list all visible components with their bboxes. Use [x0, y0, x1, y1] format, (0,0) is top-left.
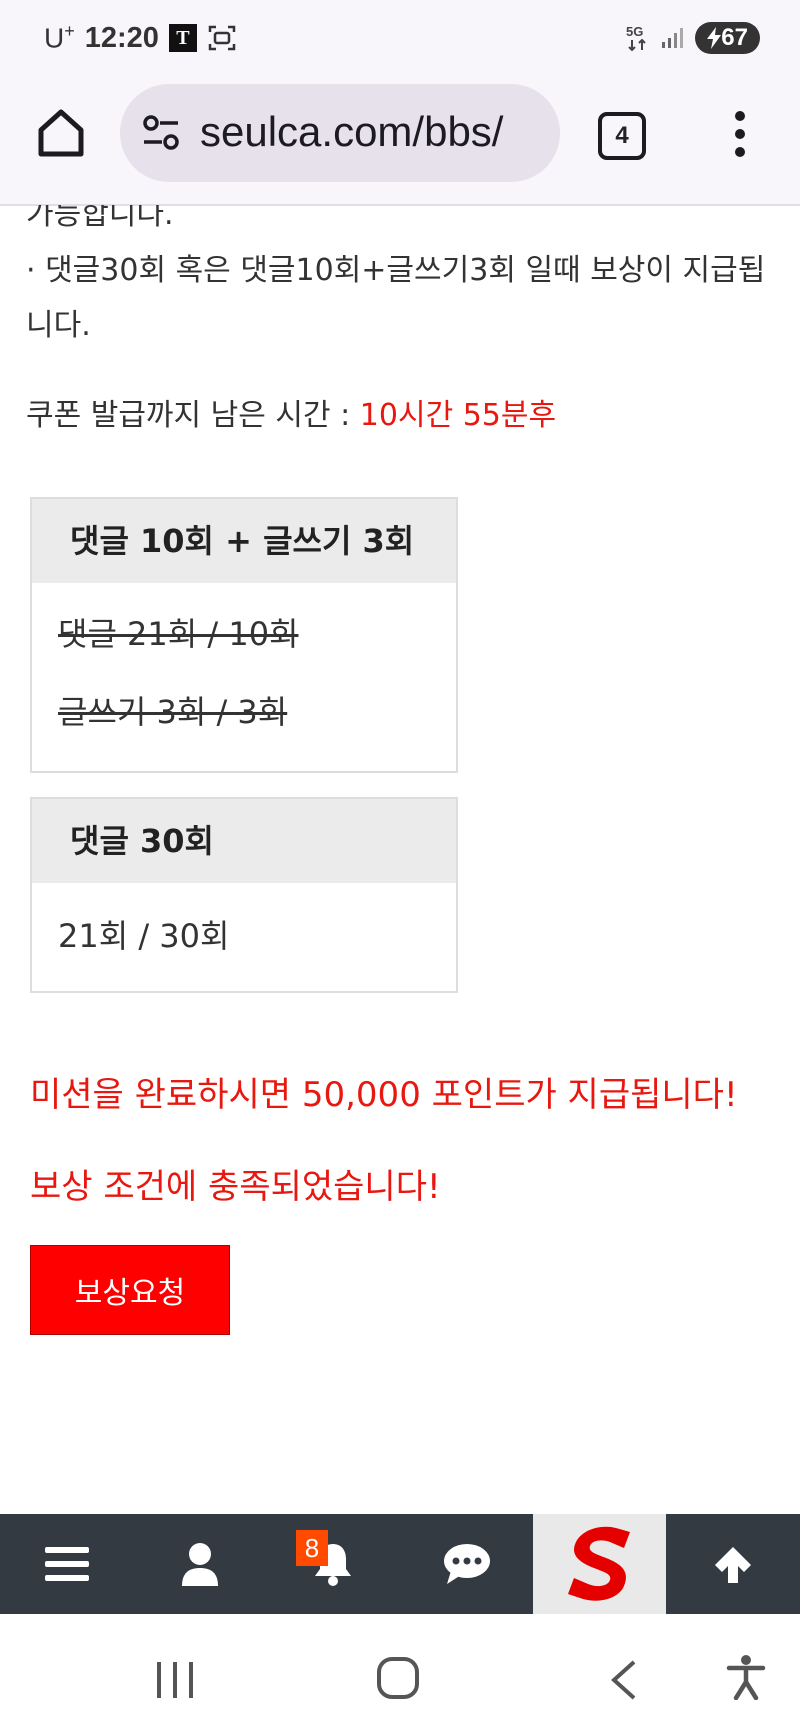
arrow-up-icon — [715, 1547, 751, 1583]
back-icon[interactable] — [606, 1658, 640, 1702]
timer-value: 10시간 55분후 — [359, 398, 557, 433]
mission-title: 댓글 30회 — [32, 799, 456, 883]
mission-progress-posts: 글쓰기 3회 / 3회 — [58, 693, 288, 731]
site-settings-icon[interactable] — [140, 112, 182, 154]
mission-box-comment-write: 댓글 10회 + 글쓰기 3회 댓글 21회 / 10회 글쓰기 3회 / 3회 — [30, 497, 458, 773]
carrier-label: U+ — [44, 21, 75, 54]
browser-toolbar: seulca.com/bbs/ 4 — [0, 78, 800, 206]
notice-text: · 댓글30회 혹은 댓글10회+글쓰기3회 일때 보상이 지급됩니다. — [26, 253, 766, 343]
nav-notifications[interactable] — [266, 1514, 399, 1614]
recent-apps-icon[interactable] — [154, 1660, 196, 1700]
menu-icon — [44, 1547, 89, 1581]
mission-title: 댓글 10회 + 글쓰기 3회 — [32, 499, 456, 583]
mission-progress-comments: 21회 / 30회 — [58, 917, 230, 955]
more-menu-button[interactable] — [728, 106, 752, 162]
notice-cut-text: 가능합니다. — [26, 205, 174, 232]
home-nav-icon[interactable] — [376, 1656, 420, 1700]
nav-user[interactable] — [133, 1514, 266, 1614]
tab-switcher-button[interactable]: 4 — [598, 112, 646, 160]
nav-scroll-top[interactable] — [666, 1514, 800, 1614]
home-icon — [38, 109, 84, 157]
accessibility-icon[interactable] — [726, 1654, 766, 1700]
nav-chat[interactable] — [400, 1514, 533, 1614]
mission-box-comments: 댓글 30회 21회 / 30회 — [30, 797, 458, 993]
signal-icon — [662, 28, 684, 48]
site-logo — [567, 1526, 630, 1601]
clock: 12:20 — [84, 21, 159, 54]
status-left: U+ 12:20 T — [44, 18, 237, 58]
page-content: 가능합니다. · 댓글30회 혹은 댓글10회+글쓰기3회 일때 보상이 지급됩… — [0, 205, 800, 1515]
reward-message: 미션을 완료하시면 50,000 포인트가 지급됩니다! — [30, 1075, 738, 1115]
network-label: 5G — [626, 24, 643, 39]
timer-label: 쿠폰 발급까지 남은 시간 : — [26, 398, 360, 433]
screenshot-icon — [208, 25, 236, 51]
coupon-timer: 쿠폰 발급까지 남은 시간 : 10시간 55분후 — [26, 390, 556, 434]
notification-badge: 8 — [296, 1530, 328, 1566]
chat-icon — [443, 1544, 490, 1584]
nav-site-logo[interactable] — [533, 1514, 666, 1614]
battery-indicator: 67 — [695, 22, 760, 54]
network-5g-icon: 5G — [626, 24, 647, 52]
mission-progress-comments: 댓글 21회 / 10회 — [58, 615, 299, 653]
url-text[interactable]: seulca.com/bbs/ — [200, 108, 503, 156]
status-right: 5G 67 — [625, 20, 760, 56]
system-navigation-bar — [0, 1614, 800, 1734]
battery-level: 67 — [721, 24, 748, 51]
charging-icon — [707, 27, 722, 49]
more-vert-icon — [735, 111, 745, 157]
address-bar[interactable]: seulca.com/bbs/ — [120, 84, 560, 182]
status-bar: U+ 12:20 T 5G 67 — [0, 0, 800, 78]
nav-menu[interactable] — [0, 1514, 133, 1614]
user-icon — [181, 1543, 218, 1586]
reward-request-button[interactable]: 보상요청 — [30, 1245, 230, 1335]
t-app-icon: T — [168, 24, 197, 52]
bottom-navigation: 8 — [0, 1514, 800, 1614]
condition-message: 보상 조건에 충족되었습니다! — [30, 1167, 441, 1207]
home-button[interactable] — [34, 106, 88, 160]
